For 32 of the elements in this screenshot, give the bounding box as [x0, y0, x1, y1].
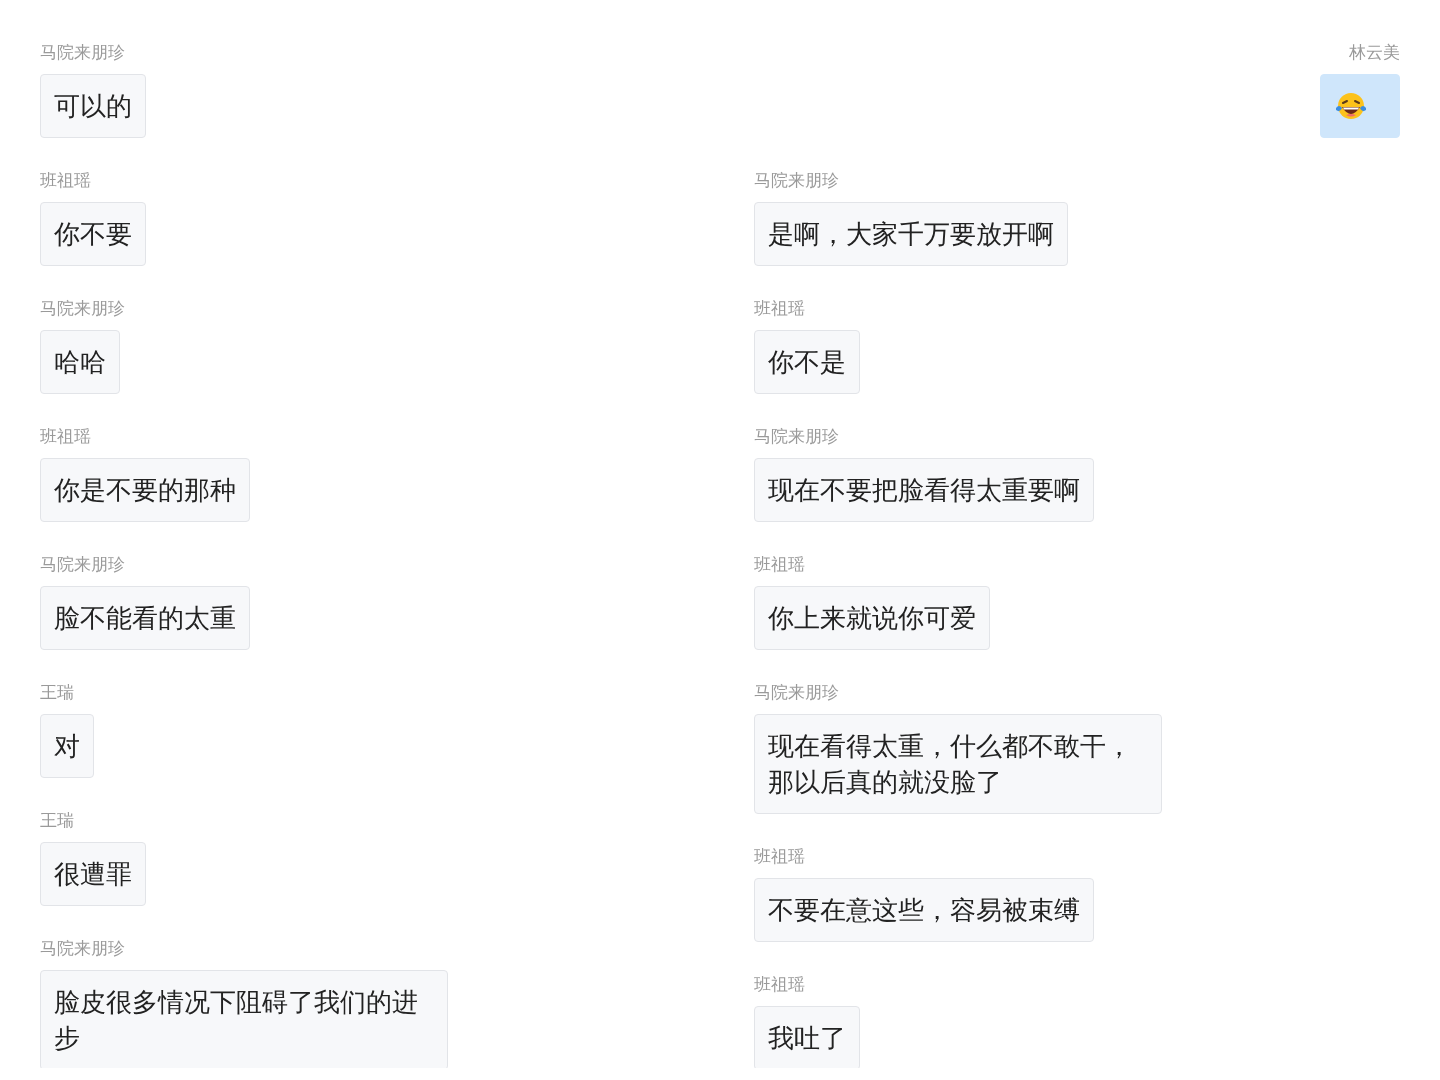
message-bubble: 现在看得太重，什么都不敢干，那以后真的就没脸了: [754, 714, 1162, 814]
message-bubble: 哈哈: [40, 330, 120, 394]
message-bubble: 我吐了: [754, 1006, 860, 1068]
sender-name: 马院来朋珍: [40, 553, 125, 576]
sender-name: 班祖瑶: [40, 169, 91, 192]
message-bubble: 对: [40, 714, 94, 778]
sender-name: 班祖瑶: [754, 553, 805, 576]
message-bubble: 你上来就说你可爱: [754, 586, 990, 650]
message-bubble: 不要在意这些，容易被束缚: [754, 878, 1094, 942]
message-bubble: 现在不要把脸看得太重要啊: [754, 458, 1094, 522]
message-bubble: 脸皮很多情况下阻碍了我们的进步: [40, 970, 448, 1068]
message-bubble: 你是不要的那种: [40, 458, 250, 522]
message-bubble: 是啊，大家千万要放开啊: [754, 202, 1068, 266]
message-bubble: 脸不能看的太重: [40, 586, 250, 650]
sender-name: 马院来朋珍: [40, 937, 125, 960]
sender-name: 班祖瑶: [754, 297, 805, 320]
sender-name: 班祖瑶: [40, 425, 91, 448]
sender-name: 班祖瑶: [754, 845, 805, 868]
sender-name: 马院来朋珍: [754, 425, 839, 448]
sender-name: 王瑞: [40, 809, 74, 832]
sender-name: 林云美: [1349, 41, 1400, 64]
laughing-emoji-icon: [1334, 91, 1368, 121]
sender-name: 马院来朋珍: [754, 681, 839, 704]
sender-name: 马院来朋珍: [754, 169, 839, 192]
message-bubble: 很遭罪: [40, 842, 146, 906]
message-bubble: 可以的: [40, 74, 146, 138]
sender-name: 王瑞: [40, 681, 74, 704]
message-bubble: 你不要: [40, 202, 146, 266]
sender-name: 马院来朋珍: [40, 41, 125, 64]
sender-name: 班祖瑶: [754, 973, 805, 996]
message-bubble: 你不是: [754, 330, 860, 394]
sender-name: 马院来朋珍: [40, 297, 125, 320]
